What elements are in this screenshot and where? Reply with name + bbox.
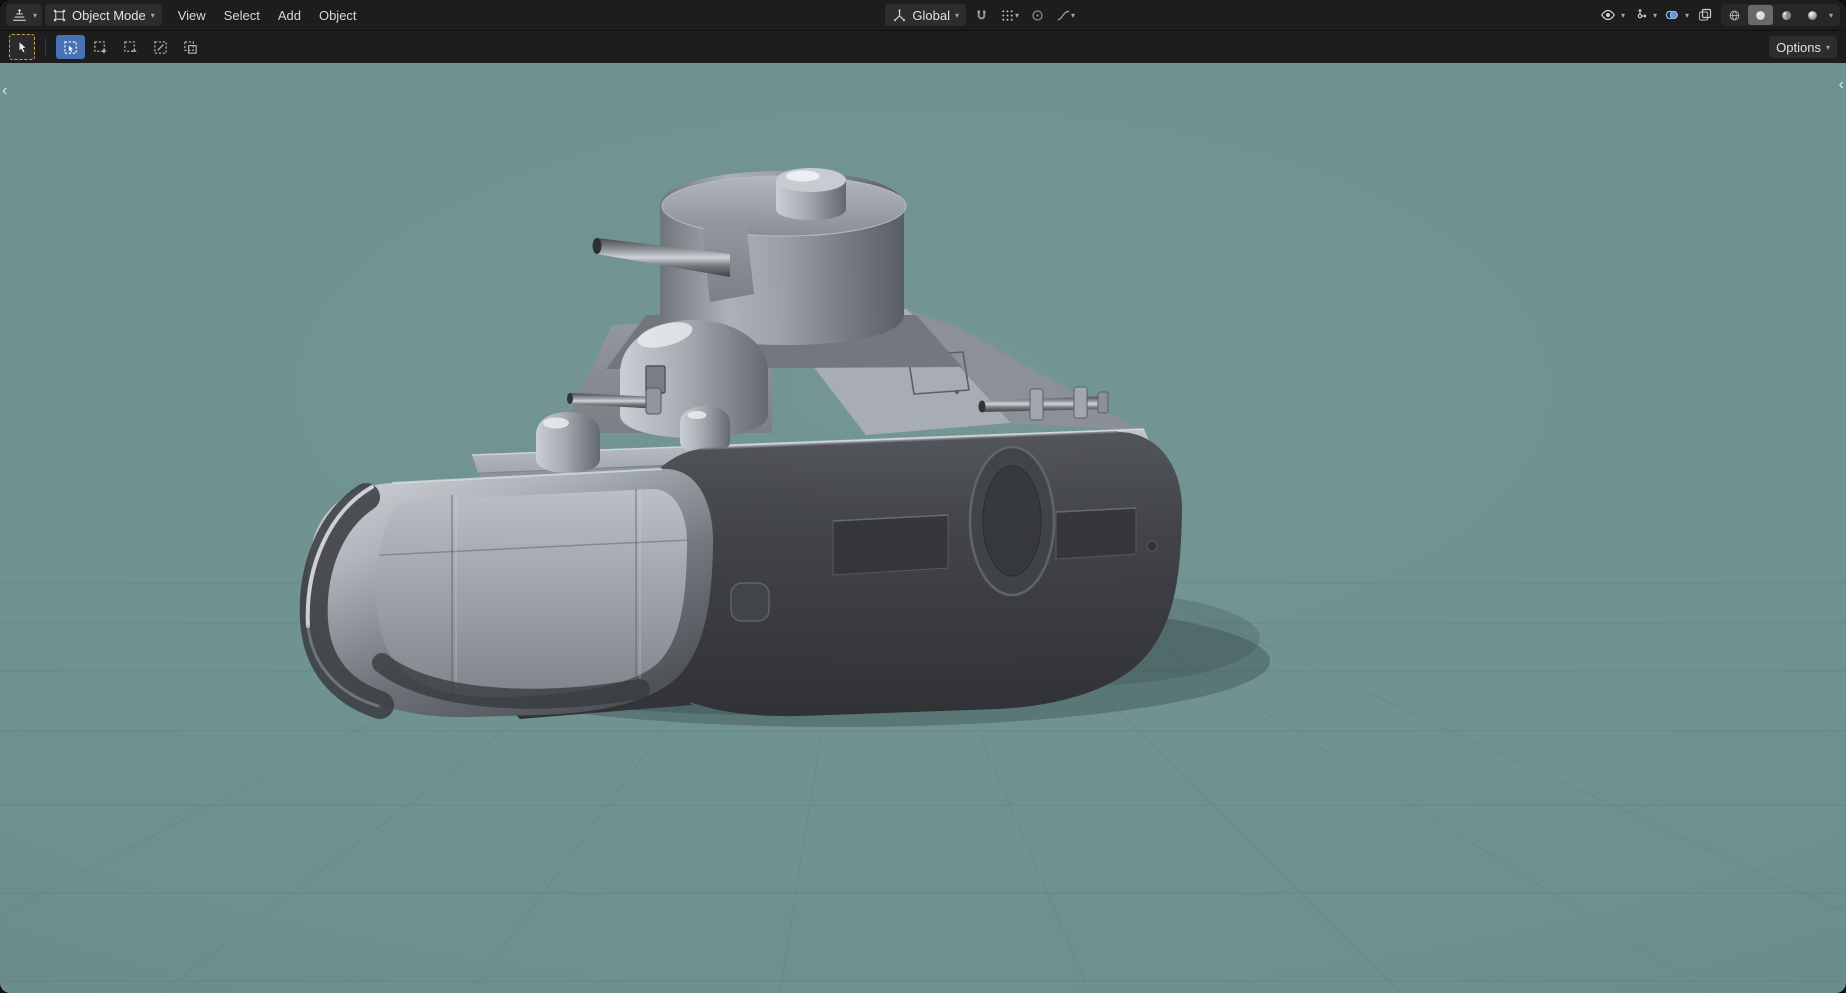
menu-add[interactable]: Add: [269, 4, 310, 26]
overlays-dropdown[interactable]: ▾: [1683, 4, 1691, 26]
proportional-falloff-dropdown[interactable]: ▾: [1053, 4, 1078, 26]
shading-mode-group: ▾: [1720, 4, 1840, 26]
xray-toggle[interactable]: [1694, 4, 1716, 26]
gizmos-toggle[interactable]: [1630, 4, 1650, 26]
header-left-group: ▾ Object Mode ▾ View Select Add Object: [6, 4, 366, 26]
select-mode-invert-button[interactable]: [146, 35, 175, 59]
falloff-curve-icon: [1057, 10, 1070, 20]
orientation-label: Global: [912, 7, 950, 23]
chevron-down-icon: ▾: [1684, 11, 1689, 20]
select-mode-new-icon: [64, 40, 77, 54]
options-dropdown[interactable]: Options ▾: [1769, 36, 1837, 58]
tank-left-track: [299, 468, 714, 719]
xray-icon: [1698, 8, 1712, 21]
mode-selector[interactable]: Object Mode ▾: [45, 4, 162, 26]
menu-bar: View Select Add Object: [169, 4, 366, 26]
tank-model[interactable]: [0, 63, 1846, 993]
tool-settings-bar: Options ▾: [0, 30, 1846, 63]
chevron-down-icon: ▾: [1620, 11, 1625, 20]
menu-select[interactable]: Select: [215, 4, 269, 26]
visibility-group: ▾: [1598, 4, 1627, 26]
transform-orientation-dropdown[interactable]: Global ▾: [885, 4, 967, 26]
snap-magnet-icon: [977, 9, 986, 19]
shading-rendered-icon: [1808, 10, 1817, 20]
overlays-toggle[interactable]: [1662, 4, 1682, 26]
blender-window: ▾ Object Mode ▾ View Select Add Object G…: [0, 0, 1846, 993]
toolbar-region-toggle[interactable]: ‹: [2, 83, 7, 99]
toolbar-separator: [45, 38, 46, 56]
chevron-down-icon: ▾: [33, 11, 38, 20]
shading-wireframe-icon: [1729, 10, 1740, 20]
proportional-editing-toggle[interactable]: [1027, 4, 1048, 26]
header-center-group: Global ▾ ▾ ▾: [366, 4, 1598, 26]
chevron-down-icon: ▾: [1652, 11, 1657, 20]
snap-toggle[interactable]: [971, 4, 992, 26]
select-mode-subtract-button[interactable]: [116, 35, 145, 59]
select-mode-group: [56, 35, 205, 59]
visibility-dropdown[interactable]: ▾: [1619, 4, 1627, 26]
chevron-down-icon: ▾: [1828, 11, 1833, 20]
snap-increment-icon: [1002, 9, 1013, 21]
shading-dropdown[interactable]: ▾: [1826, 5, 1836, 25]
select-mode-intersect-button[interactable]: [176, 35, 205, 59]
menu-view[interactable]: View: [169, 4, 215, 26]
gizmos-dropdown[interactable]: ▾: [1651, 4, 1659, 26]
viewport-header: ▾ Object Mode ▾ View Select Add Object G…: [0, 0, 1846, 30]
shading-rendered-button[interactable]: [1800, 5, 1825, 25]
chevron-down-icon: ▾: [1015, 11, 1020, 20]
menu-object[interactable]: Object: [310, 4, 366, 26]
orientation-axes-icon: [894, 8, 906, 21]
active-tool-button[interactable]: [9, 34, 35, 60]
snap-with-dropdown[interactable]: ▾: [997, 4, 1022, 26]
gizmos-icon: [1637, 9, 1647, 19]
select-mode-intersect-icon: [184, 40, 197, 54]
chevron-down-icon: ▾: [150, 11, 155, 20]
visibility-toggle[interactable]: [1598, 4, 1618, 26]
select-mode-extend-icon: [94, 40, 107, 53]
tweak-tool-icon: [18, 40, 27, 53]
viewport-3d[interactable]: ‹ ‹: [0, 63, 1846, 993]
editor-type-button[interactable]: ▾: [6, 4, 43, 26]
select-mode-subtract-icon: [124, 40, 137, 52]
header-right-group: ▾ ▾ ▾ ▾: [1598, 4, 1840, 26]
gizmos-group: ▾: [1630, 4, 1659, 26]
overlays-icon: [1665, 10, 1678, 20]
options-label: Options: [1776, 39, 1821, 55]
proportional-editing-icon: [1032, 9, 1043, 21]
editor-type-icon: [13, 8, 26, 21]
object-mode-icon: [53, 9, 66, 21]
select-mode-extend-button[interactable]: [86, 35, 115, 59]
select-mode-invert-icon: [154, 40, 167, 54]
sidebar-region-toggle[interactable]: ‹: [1839, 77, 1844, 93]
mode-selector-label: Object Mode: [72, 7, 146, 23]
chevron-down-icon: ▾: [1071, 11, 1076, 20]
shading-solid-icon: [1756, 10, 1765, 20]
shading-material-button[interactable]: [1774, 5, 1799, 25]
select-mode-new-button[interactable]: [56, 35, 85, 59]
shading-wireframe-button[interactable]: [1722, 5, 1747, 25]
overlays-group: ▾: [1662, 4, 1691, 26]
chevron-down-icon: ▾: [1825, 43, 1830, 52]
shading-solid-button[interactable]: [1747, 5, 1773, 25]
shading-material-icon: [1782, 10, 1791, 20]
visibility-eye-icon: [1601, 9, 1615, 21]
chevron-down-icon: ▾: [955, 11, 960, 20]
